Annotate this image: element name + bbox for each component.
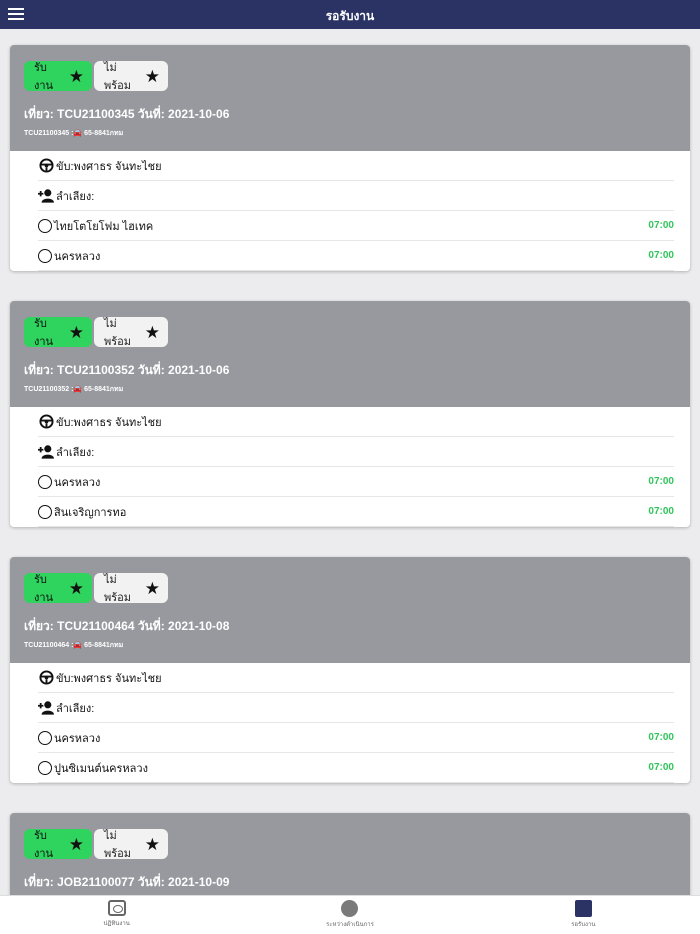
stop-name: นครหลวง (54, 476, 101, 489)
add-user-icon (38, 700, 54, 716)
star-icon: ★ (68, 834, 84, 854)
not-ready-button[interactable]: ไม่พร้อม ★ (94, 317, 168, 348)
stop-status-circle-icon[interactable] (38, 248, 52, 263)
add-user-icon (38, 444, 54, 460)
nav-item-calendar[interactable]: ปฏิทินงาน (0, 896, 233, 934)
accept-job-button[interactable]: รับงาน ★ (24, 829, 92, 860)
assistant-row: ลำเลียง: (38, 693, 674, 723)
assistant-label: ลำเลียง: (56, 190, 95, 203)
assistant-label: ลำเลียง: (56, 446, 95, 459)
stop-name: ปูนซิเมนต์นครหลวง (54, 762, 148, 775)
steering-wheel-icon (38, 670, 54, 686)
nav-item-in-progress[interactable]: ระหว่างดำเนินการ (233, 896, 466, 934)
stop-time: 07:00 (648, 762, 674, 773)
stop-status-circle-icon[interactable] (38, 504, 52, 519)
job-card-header: รับงาน ★ ไม่พร้อม ★ เที่ยว: TCU21100345 วั… (10, 45, 690, 151)
not-ready-label: ไม่พร้อม (104, 62, 132, 92)
job-card-header: รับงาน ★ ไม่พร้อม ★ เที่ยว: JOB21100077 วั… (10, 813, 690, 895)
stop-name: สินเจริญการทอ (54, 506, 127, 519)
accept-label: รับงาน (34, 62, 54, 92)
stop-row[interactable]: ไทยโตโยโฟม ไฮเทค 07:00 (38, 211, 674, 241)
stop-row[interactable]: นครหลวง 07:00 (38, 467, 674, 497)
not-ready-label: ไม่พร้อม (104, 318, 132, 348)
job-list[interactable]: รับงาน ★ ไม่พร้อม ★ เที่ยว: TCU21100345 วั… (0, 29, 700, 895)
star-icon: ★ (68, 578, 84, 598)
circle-icon (341, 900, 359, 917)
trip-vehicle-info: TCU21100345 :🚘 65-8841กทม (24, 130, 124, 137)
job-card-header: รับงาน ★ ไม่พร้อม ★ เที่ยว: TCU21100464 วั… (10, 557, 690, 663)
assistant-row: ลำเลียง: (38, 181, 674, 211)
stop-row[interactable]: นครหลวง 07:00 (38, 723, 674, 753)
stop-time: 07:00 (648, 506, 674, 517)
steering-wheel-icon (38, 158, 54, 174)
steering-wheel-icon (38, 414, 54, 430)
nav-label: ระหว่างดำเนินการ (326, 922, 374, 928)
stop-time: 07:00 (648, 732, 674, 743)
trip-vehicle-info: TCU21100352 :🚘 65-8841กทม (24, 386, 124, 393)
star-icon: ★ (144, 578, 160, 598)
job-card: รับงาน ★ ไม่พร้อม ★ เที่ยว: TCU21100464 วั… (10, 557, 690, 783)
accept-label: รับงาน (34, 574, 54, 604)
accept-label: รับงาน (34, 318, 54, 348)
not-ready-button[interactable]: ไม่พร้อม ★ (94, 61, 168, 92)
nav-item-waiting[interactable]: รอรับงาน (467, 896, 700, 934)
job-card: รับงาน ★ ไม่พร้อม ★ เที่ยว: JOB21100077 วั… (10, 813, 690, 895)
star-icon: ★ (68, 322, 84, 342)
nav-label: ปฏิทินงาน (103, 921, 130, 927)
accept-job-button[interactable]: รับงาน ★ (24, 573, 92, 604)
assistant-label: ลำเลียง: (56, 702, 95, 715)
calendar-icon (107, 900, 126, 916)
top-app-bar: รอรับงาน (0, 0, 700, 29)
star-icon: ★ (144, 66, 160, 86)
not-ready-button[interactable]: ไม่พร้อม ★ (94, 829, 168, 860)
stop-row[interactable]: ปูนซิเมนต์นครหลวง 07:00 (38, 753, 674, 783)
accept-job-button[interactable]: รับงาน ★ (24, 317, 92, 348)
not-ready-label: ไม่พร้อม (104, 574, 132, 604)
job-card: รับงาน ★ ไม่พร้อม ★ เที่ยว: TCU21100345 วั… (10, 45, 690, 271)
stop-status-circle-icon[interactable] (38, 730, 52, 745)
job-card: รับงาน ★ ไม่พร้อม ★ เที่ยว: TCU21100352 วั… (10, 301, 690, 527)
bottom-navigation: ปฏิทินงาน ระหว่างดำเนินการ รอรับงาน (0, 895, 700, 934)
stop-status-circle-icon[interactable] (38, 760, 52, 775)
job-card-header: รับงาน ★ ไม่พร้อม ★ เที่ยว: TCU21100352 วั… (10, 301, 690, 407)
square-icon (574, 900, 592, 917)
stop-row[interactable]: นครหลวง 07:00 (38, 241, 674, 271)
trip-info: เที่ยว: JOB21100077 วันที่: 2021-10-09 (24, 875, 230, 889)
driver-row: ขับ:พงศาธร จันทะไชย (38, 407, 674, 437)
trip-vehicle-info: TCU21100464 :🚘 65-8841กทม (24, 642, 124, 649)
driver-name: ขับ:พงศาธร จันทะไชย (56, 416, 162, 429)
assistant-row: ลำเลียง: (38, 437, 674, 467)
not-ready-button[interactable]: ไม่พร้อม ★ (94, 573, 168, 604)
stop-status-circle-icon[interactable] (38, 474, 52, 489)
nav-label: รอรับงาน (571, 922, 596, 928)
star-icon: ★ (68, 66, 84, 86)
driver-name: ขับ:พงศาธร จันทะไชย (56, 672, 162, 685)
star-icon: ★ (144, 834, 160, 854)
accept-job-button[interactable]: รับงาน ★ (24, 61, 92, 92)
accept-label: รับงาน (34, 830, 54, 860)
stop-status-circle-icon[interactable] (38, 218, 52, 233)
trip-info: เที่ยว: TCU21100352 วันที่: 2021-10-06 (24, 363, 230, 377)
trip-info: เที่ยว: TCU21100345 วันที่: 2021-10-06 (24, 107, 230, 121)
page-title: รอรับงาน (325, 9, 375, 23)
stop-time: 07:00 (648, 220, 674, 231)
stop-name: นครหลวง (54, 250, 101, 263)
driver-name: ขับ:พงศาธร จันทะไชย (56, 160, 162, 173)
stop-name: นครหลวง (54, 732, 101, 745)
stop-row[interactable]: สินเจริญการทอ 07:00 (38, 497, 674, 527)
driver-row: ขับ:พงศาธร จันทะไชย (38, 151, 674, 181)
not-ready-label: ไม่พร้อม (104, 830, 132, 860)
driver-row: ขับ:พงศาธร จันทะไชย (38, 663, 674, 693)
stop-time: 07:00 (648, 250, 674, 261)
stop-time: 07:00 (648, 476, 674, 487)
star-icon: ★ (144, 322, 160, 342)
stop-name: ไทยโตโยโฟม ไฮเทค (54, 220, 154, 233)
add-user-icon (38, 188, 54, 204)
trip-info: เที่ยว: TCU21100464 วันที่: 2021-10-08 (24, 619, 230, 633)
